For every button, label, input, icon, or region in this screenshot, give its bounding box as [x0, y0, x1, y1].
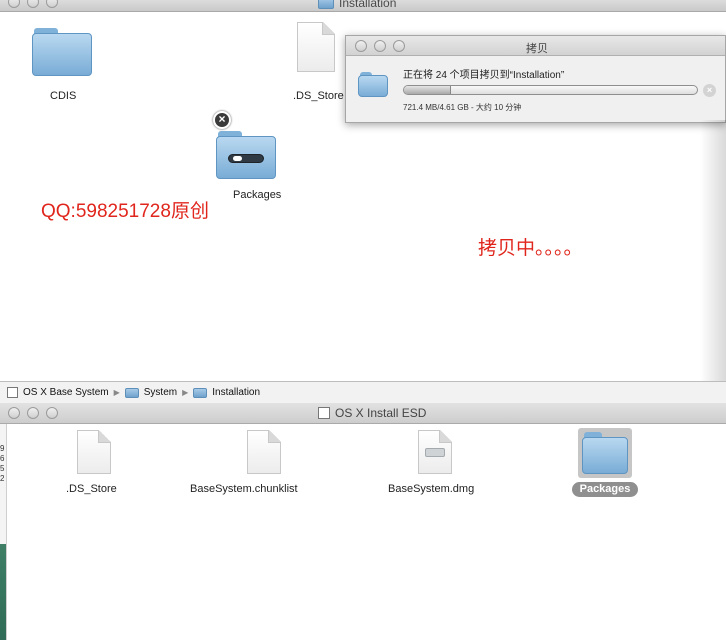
installation-window-titlebar[interactable]: Installation [0, 0, 726, 12]
dmg-label[interactable]: BaseSystem.dmg [388, 483, 474, 495]
disk-image-icon [425, 448, 445, 457]
chunklist-label[interactable]: BaseSystem.chunklist [190, 483, 298, 495]
disk-icon [7, 387, 18, 398]
esd-window-title-group: OS X Install ESD [318, 406, 426, 420]
path-bar: OS X Base System ▶ System ▶ Installation [0, 381, 726, 403]
dialog-window-controls [355, 40, 405, 52]
path-item-installation[interactable]: Installation [212, 387, 260, 398]
esd-packages-folder-icon[interactable] [582, 432, 628, 474]
copy-status-text: 正在将 24 个项目拷贝到“Installation” [403, 70, 565, 81]
esd-window-controls [8, 407, 58, 419]
edge-digits: 9 6 5 2 [0, 444, 5, 483]
folder-icon [318, 0, 334, 9]
zoom-window-button[interactable] [46, 0, 58, 8]
copy-progress-fill [404, 86, 451, 94]
drive-slot-icon [228, 154, 264, 163]
cdis-folder-icon[interactable] [32, 28, 92, 76]
chevron-right-icon: ▶ [182, 388, 189, 397]
close-window-button[interactable] [8, 0, 20, 8]
esd-ds-store-label[interactable]: .DS_Store [66, 483, 117, 495]
dialog-minimize-button[interactable] [374, 40, 386, 52]
minimize-window-button[interactable] [27, 0, 39, 8]
esd-minimize-button[interactable] [27, 407, 39, 419]
dialog-zoom-button[interactable] [393, 40, 405, 52]
watermark-text: QQ:598251728原创 [41, 201, 209, 222]
esd-window-title: OS X Install ESD [335, 406, 427, 420]
installation-window-title: Installation [339, 0, 397, 10]
esd-close-button[interactable] [8, 407, 20, 419]
ds-store-label[interactable]: .DS_Store [293, 90, 344, 102]
installation-window-title-group: Installation [318, 0, 396, 10]
esd-packages-label[interactable]: Packages [572, 482, 638, 497]
esd-window-titlebar[interactable]: OS X Install ESD [0, 403, 726, 424]
copy-progress-dialog: 拷贝 正在将 24 个项目拷贝到“Installation” × 721.4 M… [345, 35, 726, 123]
chunklist-document-icon[interactable] [247, 430, 281, 474]
path-item-os-x-base-system[interactable]: OS X Base System [23, 387, 109, 398]
copy-folder-icon [358, 72, 388, 97]
dmg-document-icon[interactable] [418, 430, 452, 474]
ds-store-document-icon[interactable] [297, 22, 335, 72]
dialog-close-button[interactable] [355, 40, 367, 52]
desktop-wallpaper-strip [0, 544, 6, 640]
window-controls [8, 0, 58, 8]
background-window-edge: 9 6 5 2 [0, 424, 7, 640]
folder-icon [193, 387, 208, 398]
copy-progress-bar [403, 85, 698, 95]
copy-size-info: 721.4 MB/4.61 GB - 大约 10 分钟 [403, 103, 522, 112]
cancel-copy-badge-icon[interactable]: × [213, 111, 231, 129]
copy-dialog-titlebar[interactable]: 拷贝 [346, 36, 725, 56]
stop-copy-button[interactable]: × [703, 84, 716, 97]
copying-note: 拷贝中。。。。 [478, 238, 583, 259]
packages-drive-folder-icon[interactable] [216, 131, 276, 179]
cdis-label[interactable]: CDIS [50, 90, 76, 102]
disk-icon [318, 407, 330, 419]
esd-ds-store-document-icon[interactable] [77, 430, 111, 474]
esd-zoom-button[interactable] [46, 407, 58, 419]
folder-icon [124, 387, 139, 398]
chevron-right-icon: ▶ [113, 388, 120, 397]
copy-dialog-title: 拷贝 [526, 43, 548, 55]
packages-label[interactable]: Packages [233, 189, 281, 201]
path-item-system[interactable]: System [144, 387, 177, 398]
